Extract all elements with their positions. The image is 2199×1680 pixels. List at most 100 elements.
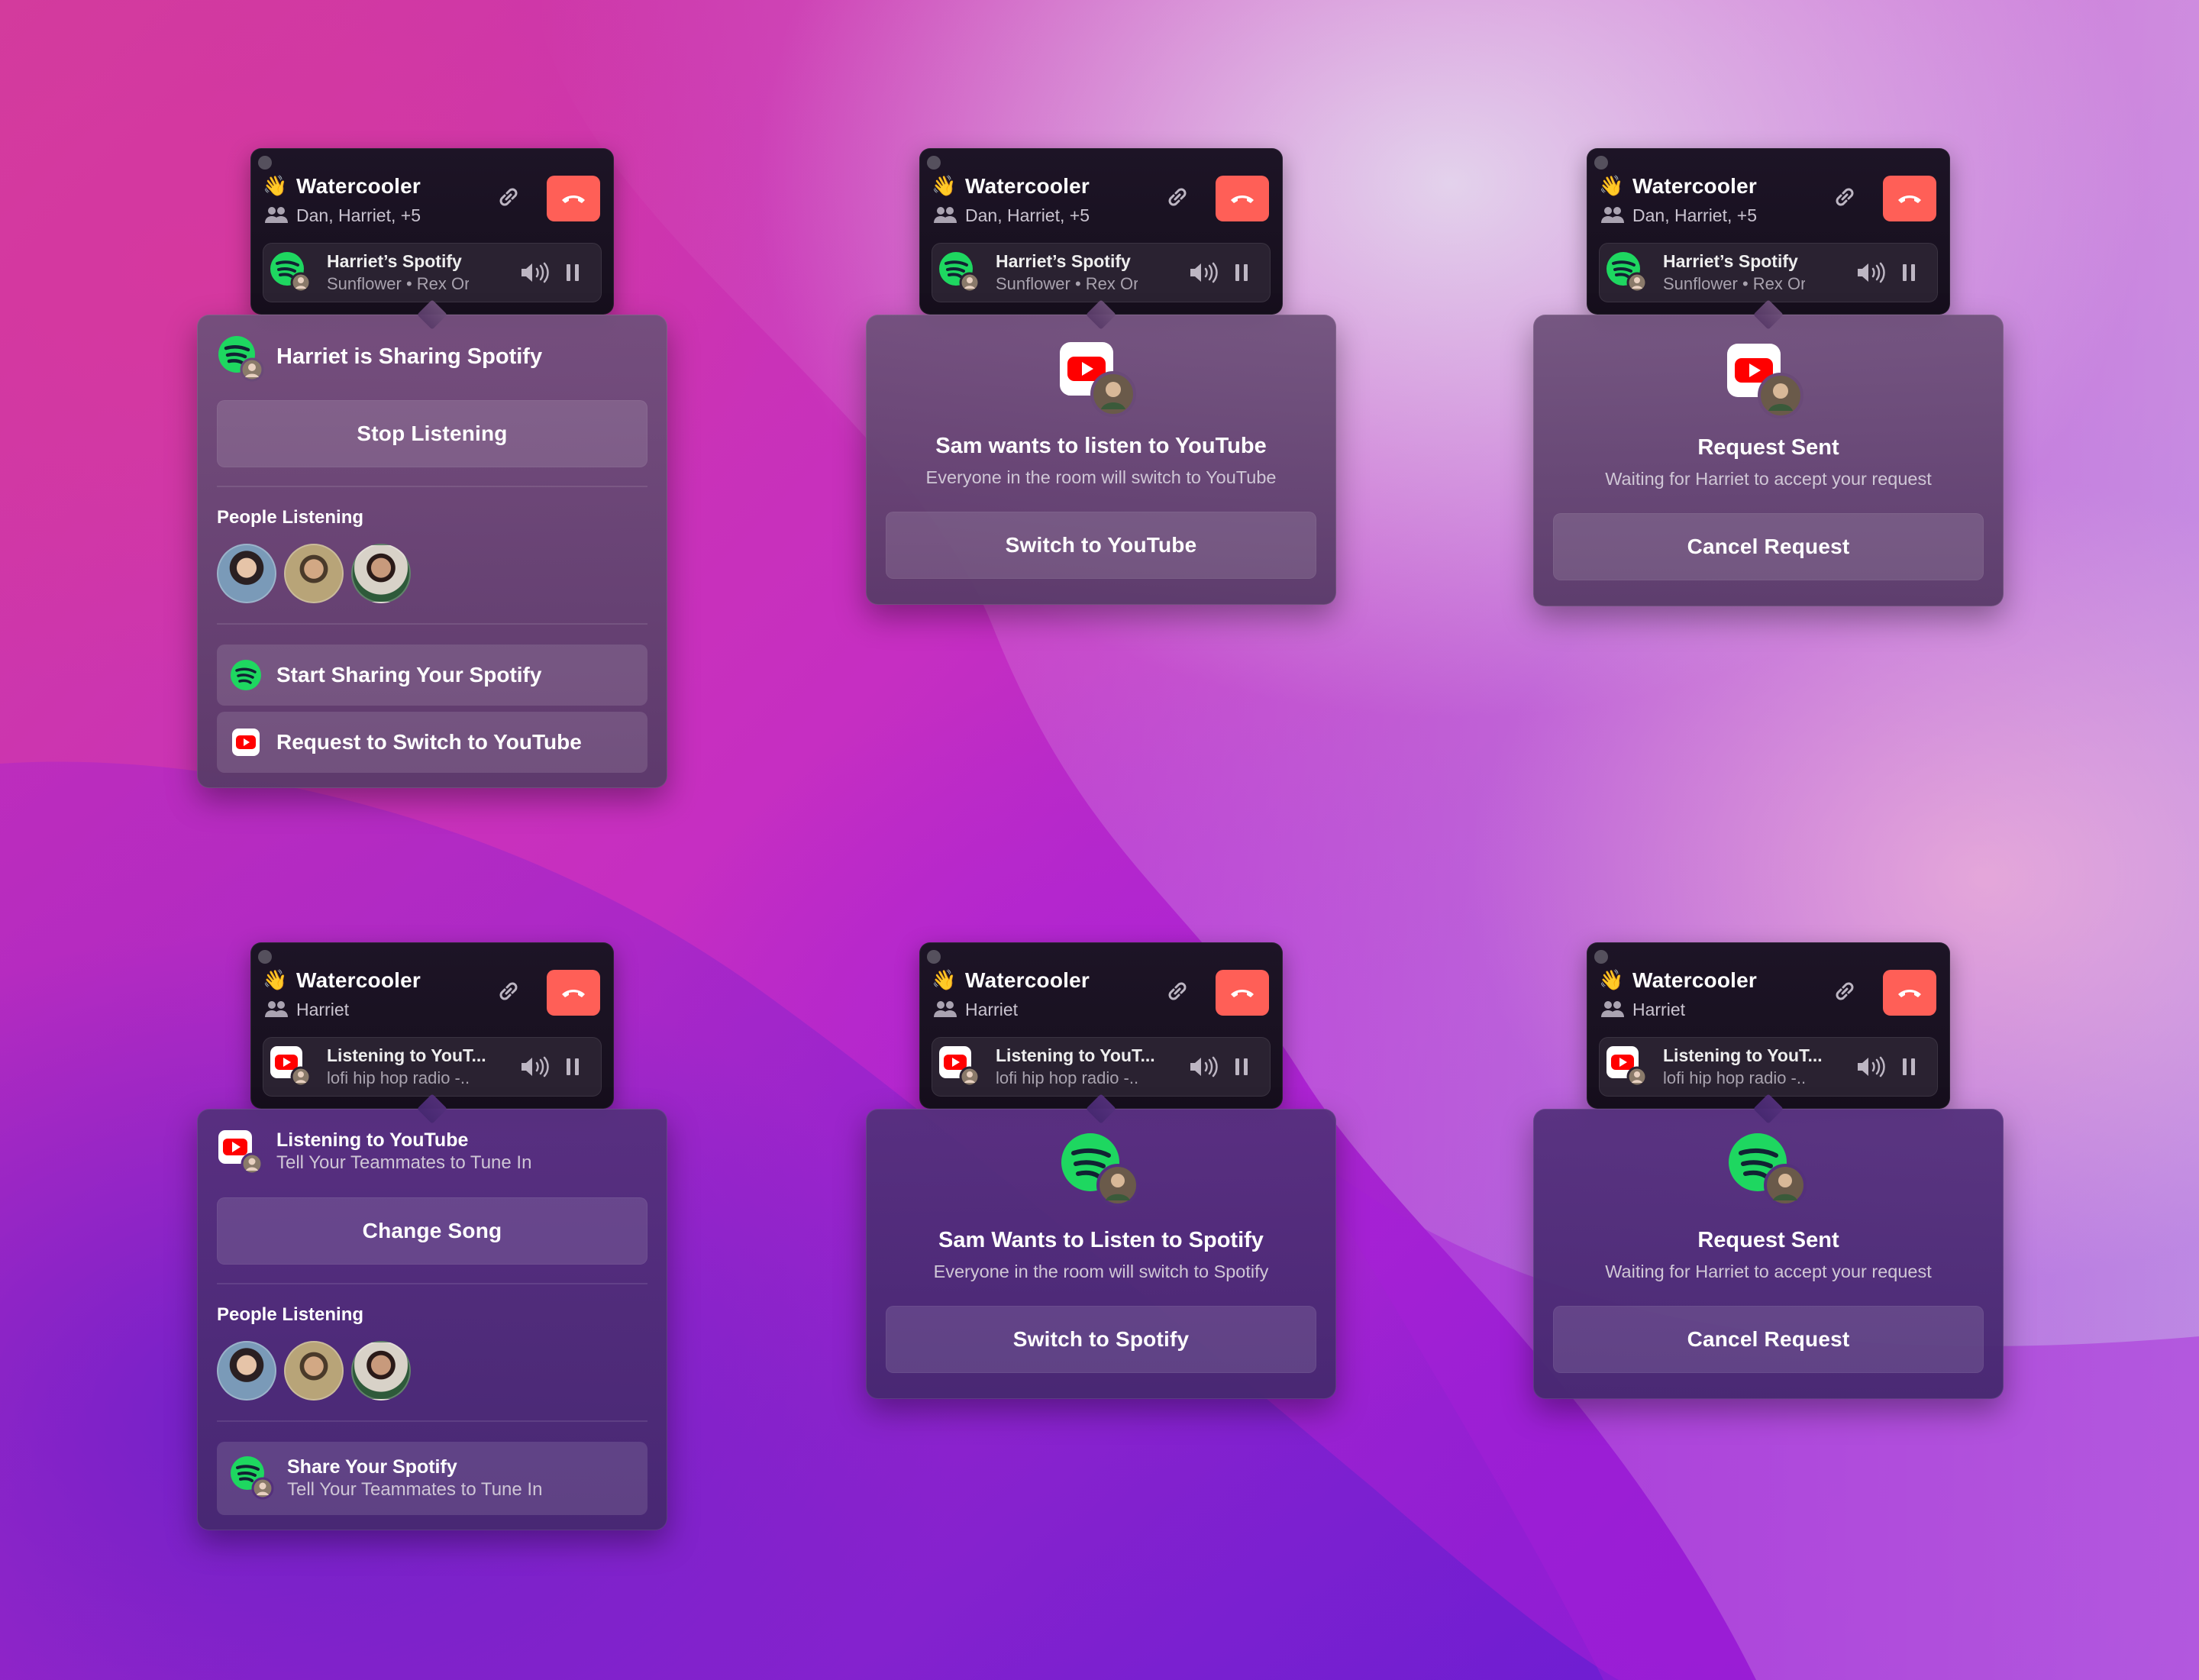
hang-up-button[interactable] [1883, 970, 1936, 1016]
player-title: Harriet’s Spotify [327, 251, 462, 271]
listener-avatars [217, 1341, 411, 1401]
panel-title: Request Sent [1697, 1228, 1839, 1252]
hang-up-button[interactable] [1216, 176, 1269, 221]
row-text: Share Your Spotify Tell Your Teammates t… [287, 1455, 542, 1501]
player-subtitle: lofi hip hop radio -... [1663, 1068, 1805, 1087]
room-emoji: 👋 [1599, 968, 1624, 991]
start-sharing-spotify-button[interactable]: Start Sharing Your Spotify [217, 645, 647, 706]
link-icon [1836, 188, 1854, 206]
divider [217, 486, 647, 487]
room-participants: Dan, Harriet, +5 [296, 205, 421, 225]
people-icon [934, 1001, 957, 1017]
request-switch-youtube-button[interactable]: Request to Switch to YouTube [217, 712, 647, 773]
panel-subtitle: Waiting for Harriet to accept your reque… [1605, 469, 1932, 489]
share-spotify-button[interactable]: Share Your Spotify Tell Your Teammates t… [217, 1442, 647, 1515]
spotify-icon [939, 252, 980, 293]
now-playing-bar[interactable]: Harriet’s Spotify Sunflower • Rex Orange… [1599, 243, 1938, 302]
hang-up-button[interactable] [1883, 176, 1936, 221]
window-dot[interactable] [1594, 156, 1608, 170]
switch-to-youtube-button[interactable]: Switch to YouTube [886, 512, 1316, 579]
listening-panel: Listening to YouTube Tell Your Teammates… [197, 1094, 667, 1530]
player-title: Harriet’s Spotify [996, 251, 1131, 271]
copy-link-button[interactable] [1828, 974, 1862, 1008]
volume-icon[interactable] [1188, 261, 1219, 284]
volume-icon[interactable] [1188, 1055, 1219, 1078]
youtube-icon [939, 1046, 980, 1087]
volume-icon[interactable] [1855, 1055, 1886, 1078]
hang-up-button[interactable] [547, 176, 600, 221]
call-widget-3: 👋 Watercooler Dan, Harriet, +5 Harriet’s… [1587, 148, 1950, 315]
avatar[interactable] [284, 544, 344, 603]
window-dot[interactable] [927, 950, 941, 964]
window-dot[interactable] [927, 156, 941, 170]
copy-link-button[interactable] [492, 974, 525, 1008]
row-subtitle: Tell Your Teammates to Tune In [287, 1479, 543, 1500]
player-subtitle: Sunflower • Rex Orange County [327, 274, 469, 293]
now-playing-bar[interactable]: Listening to YouT... lofi hip hop radio … [932, 1037, 1271, 1097]
call-widget-4: 👋 Watercooler Harriet Listening to YouT.… [250, 942, 614, 1109]
divider [217, 1420, 647, 1422]
avatar[interactable] [351, 544, 411, 603]
switch-to-spotify-button[interactable]: Switch to Spotify [886, 1306, 1316, 1373]
avatar[interactable] [217, 544, 276, 603]
youtube-icon [270, 1046, 312, 1087]
spotify-icon [1606, 252, 1648, 293]
avatar[interactable] [351, 1341, 411, 1401]
room-participants: Harriet [965, 1000, 1019, 1019]
avatar[interactable] [217, 1341, 276, 1401]
panel-header-title: Harriet is Sharing Spotify [276, 344, 543, 369]
volume-icon[interactable] [519, 1055, 550, 1078]
call-widget-5: 👋 Watercooler Harriet Listening to YouT.… [919, 942, 1283, 1109]
copy-link-button[interactable] [492, 180, 525, 214]
request-sent-panel: Request Sent Waiting for Harriet to acce… [1533, 1094, 2004, 1399]
room-title: Watercooler [965, 968, 1090, 992]
window-dot[interactable] [1594, 950, 1608, 964]
spotify-icon [1729, 1133, 1807, 1207]
people-icon [265, 1001, 288, 1017]
volume-icon[interactable] [1855, 261, 1886, 284]
copy-link-button[interactable] [1828, 180, 1862, 214]
phone-hangup-icon [1231, 195, 1254, 203]
room-title: Watercooler [296, 174, 421, 198]
room-title: Watercooler [1632, 174, 1757, 198]
change-song-button[interactable]: Change Song [217, 1197, 647, 1265]
link-icon [1836, 982, 1854, 1000]
spotify-icon [1061, 1133, 1139, 1207]
room-emoji: 👋 [263, 174, 288, 197]
call-widget-6: 👋 Watercooler Harriet Listening to YouT.… [1587, 942, 1950, 1109]
pause-icon[interactable] [565, 1057, 580, 1077]
spotify-icon [270, 252, 312, 293]
pause-icon[interactable] [1901, 263, 1916, 283]
row-title: Share Your Spotify [287, 1456, 457, 1478]
row-label: Request to Switch to YouTube [276, 730, 582, 754]
sharing-panel: Harriet is Sharing Spotify Stop Listenin… [197, 299, 667, 788]
now-playing-bar[interactable]: Listening to YouT... lofi hip hop radio … [1599, 1037, 1938, 1097]
phone-hangup-icon [1898, 195, 1921, 203]
now-playing-bar[interactable]: Harriet’s Spotify Sunflower • Rex Orange… [932, 243, 1271, 302]
avatar[interactable] [284, 1341, 344, 1401]
stop-listening-button[interactable]: Stop Listening [217, 400, 647, 467]
pause-icon[interactable] [1234, 1057, 1249, 1077]
cancel-request-button[interactable]: Cancel Request [1553, 513, 1984, 580]
copy-link-button[interactable] [1161, 974, 1194, 1008]
pause-icon[interactable] [565, 263, 580, 283]
pause-icon[interactable] [1901, 1057, 1916, 1077]
now-playing-bar[interactable]: Harriet’s Spotify Sunflower • Rex Orange… [263, 243, 602, 302]
hang-up-button[interactable] [547, 970, 600, 1016]
volume-icon[interactable] [519, 261, 550, 284]
phone-hangup-icon [1898, 990, 1921, 997]
cancel-request-button[interactable]: Cancel Request [1553, 1306, 1984, 1373]
now-playing-bar[interactable]: Listening to YouT... lofi hip hop radio … [263, 1037, 602, 1097]
window-dot[interactable] [258, 156, 272, 170]
player-subtitle: lofi hip hop radio -... [996, 1068, 1138, 1087]
room-emoji: 👋 [932, 174, 957, 197]
room-emoji: 👋 [932, 968, 957, 991]
copy-link-button[interactable] [1161, 180, 1194, 214]
phone-hangup-icon [562, 990, 585, 997]
panel-title: Request Sent [1697, 435, 1839, 460]
pause-icon[interactable] [1234, 263, 1249, 283]
people-icon [1601, 1001, 1624, 1017]
window-dot[interactable] [258, 950, 272, 964]
hang-up-button[interactable] [1216, 970, 1269, 1016]
call-widget-1: 👋 Watercooler Dan, Harriet, +5 Harriet’s… [250, 148, 614, 315]
